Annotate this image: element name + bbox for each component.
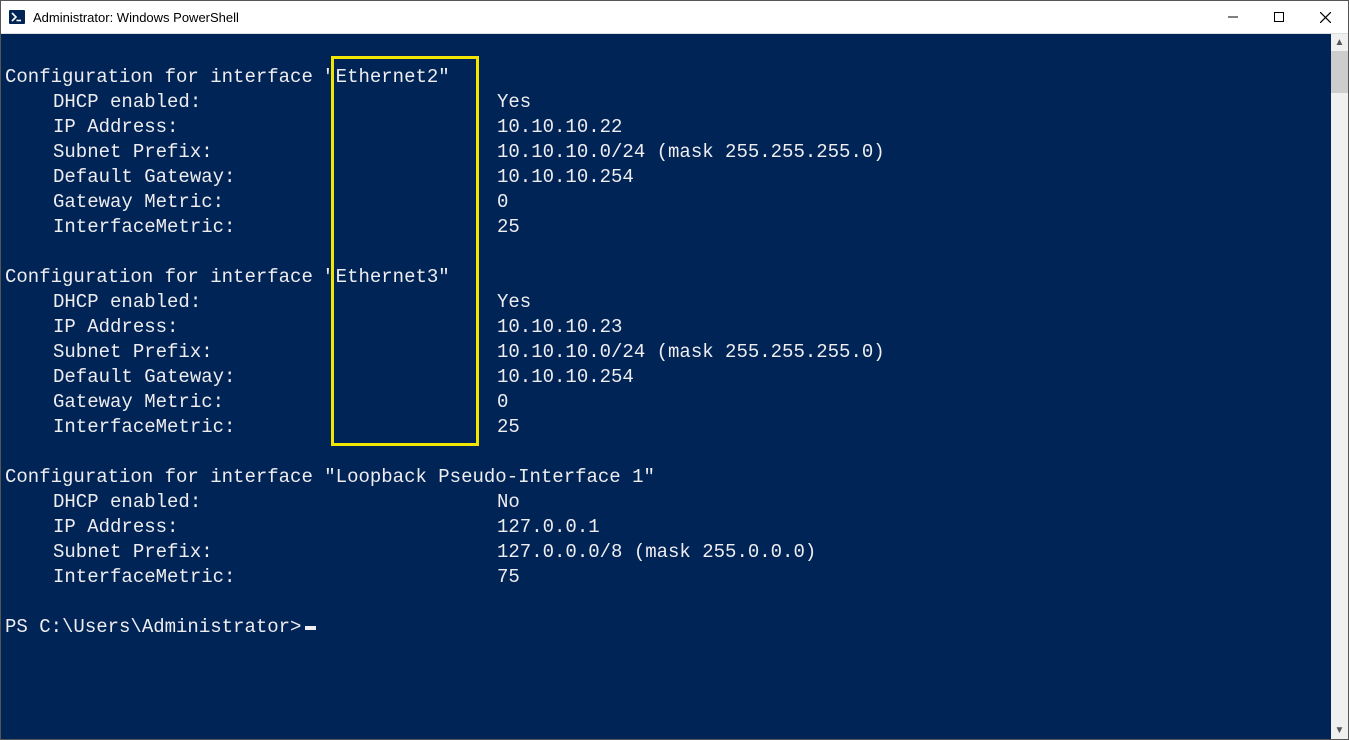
config-row: DHCP enabled:No: [5, 490, 1331, 515]
config-row: DHCP enabled:Yes: [5, 290, 1331, 315]
config-row: IP Address:10.10.10.23: [5, 315, 1331, 340]
config-value: 75: [497, 565, 520, 590]
blank-line: [5, 240, 1331, 265]
config-row: IP Address:127.0.0.1: [5, 515, 1331, 540]
config-label: InterfaceMetric:: [53, 215, 497, 240]
config-row: Gateway Metric:0: [5, 390, 1331, 415]
maximize-button[interactable]: [1256, 1, 1302, 33]
config-value: No: [497, 490, 520, 515]
config-row: Subnet Prefix:10.10.10.0/24 (mask 255.25…: [5, 340, 1331, 365]
powershell-icon: [9, 9, 25, 25]
config-value: 10.10.10.254: [497, 165, 634, 190]
terminal-output[interactable]: Configuration for interface "Ethernet2"D…: [1, 34, 1331, 739]
interface-header-prefix: Configuration for interface: [5, 265, 324, 290]
vertical-scrollbar[interactable]: ▲ ▼: [1331, 34, 1348, 739]
config-value: 127.0.0.1: [497, 515, 600, 540]
interface-header-prefix: Configuration for interface: [5, 65, 324, 90]
minimize-button[interactable]: [1210, 1, 1256, 33]
prompt-text: PS C:\Users\Administrator>: [5, 616, 301, 638]
blank-line: [5, 40, 1331, 65]
config-label: IP Address:: [53, 515, 497, 540]
config-label: Gateway Metric:: [53, 190, 497, 215]
config-value: 0: [497, 390, 508, 415]
config-value: 25: [497, 215, 520, 240]
config-row: Subnet Prefix:127.0.0.0/8 (mask 255.0.0.…: [5, 540, 1331, 565]
config-label: Subnet Prefix:: [53, 540, 497, 565]
scroll-down-icon[interactable]: ▼: [1331, 722, 1348, 739]
config-label: InterfaceMetric:: [53, 565, 497, 590]
interface-header-prefix: Configuration for interface: [5, 465, 324, 490]
interface-name: "Ethernet3": [324, 265, 449, 290]
config-value: 10.10.10.0/24 (mask 255.255.255.0): [497, 140, 885, 165]
config-row: DHCP enabled:Yes: [5, 90, 1331, 115]
config-row: InterfaceMetric:75: [5, 565, 1331, 590]
config-row: InterfaceMetric:25: [5, 415, 1331, 440]
config-value: 25: [497, 415, 520, 440]
config-label: Default Gateway:: [53, 165, 497, 190]
config-value: 10.10.10.0/24 (mask 255.255.255.0): [497, 340, 885, 365]
config-label: Gateway Metric:: [53, 390, 497, 415]
config-label: DHCP enabled:: [53, 490, 497, 515]
titlebar[interactable]: Administrator: Windows PowerShell: [1, 1, 1348, 34]
config-label: IP Address:: [53, 315, 497, 340]
config-value: 10.10.10.23: [497, 315, 622, 340]
config-row: Default Gateway:10.10.10.254: [5, 365, 1331, 390]
interface-header: Configuration for interface "Ethernet3": [5, 265, 1331, 290]
cursor-icon: [305, 626, 316, 630]
config-label: DHCP enabled:: [53, 90, 497, 115]
config-row: InterfaceMetric:25: [5, 215, 1331, 240]
config-label: Default Gateway:: [53, 365, 497, 390]
config-value: 10.10.10.22: [497, 115, 622, 140]
blank-line: [5, 440, 1331, 465]
config-value: Yes: [497, 290, 531, 315]
interface-name: "Loopback Pseudo-Interface 1": [324, 465, 655, 490]
terminal-area: Configuration for interface "Ethernet2"D…: [1, 34, 1348, 739]
config-row: Gateway Metric:0: [5, 190, 1331, 215]
close-button[interactable]: [1302, 1, 1348, 33]
config-label: DHCP enabled:: [53, 290, 497, 315]
config-label: Subnet Prefix:: [53, 140, 497, 165]
interface-header: Configuration for interface "Loopback Ps…: [5, 465, 1331, 490]
powershell-window: Administrator: Windows PowerShell Config…: [0, 0, 1349, 740]
blank-line: [5, 590, 1331, 615]
interface-name: "Ethernet2": [324, 65, 449, 90]
config-row: Subnet Prefix:10.10.10.0/24 (mask 255.25…: [5, 140, 1331, 165]
prompt-line[interactable]: PS C:\Users\Administrator>: [5, 615, 1331, 640]
config-label: IP Address:: [53, 115, 497, 140]
config-label: Subnet Prefix:: [53, 340, 497, 365]
config-value: 0: [497, 190, 508, 215]
window-title: Administrator: Windows PowerShell: [33, 10, 1210, 25]
config-value: Yes: [497, 90, 531, 115]
config-row: Default Gateway:10.10.10.254: [5, 165, 1331, 190]
config-row: IP Address:10.10.10.22: [5, 115, 1331, 140]
scroll-up-icon[interactable]: ▲: [1331, 34, 1348, 51]
config-value: 10.10.10.254: [497, 365, 634, 390]
config-value: 127.0.0.0/8 (mask 255.0.0.0): [497, 540, 816, 565]
interface-header: Configuration for interface "Ethernet2": [5, 65, 1331, 90]
scroll-thumb[interactable]: [1331, 51, 1348, 93]
config-label: InterfaceMetric:: [53, 415, 497, 440]
window-controls: [1210, 1, 1348, 33]
